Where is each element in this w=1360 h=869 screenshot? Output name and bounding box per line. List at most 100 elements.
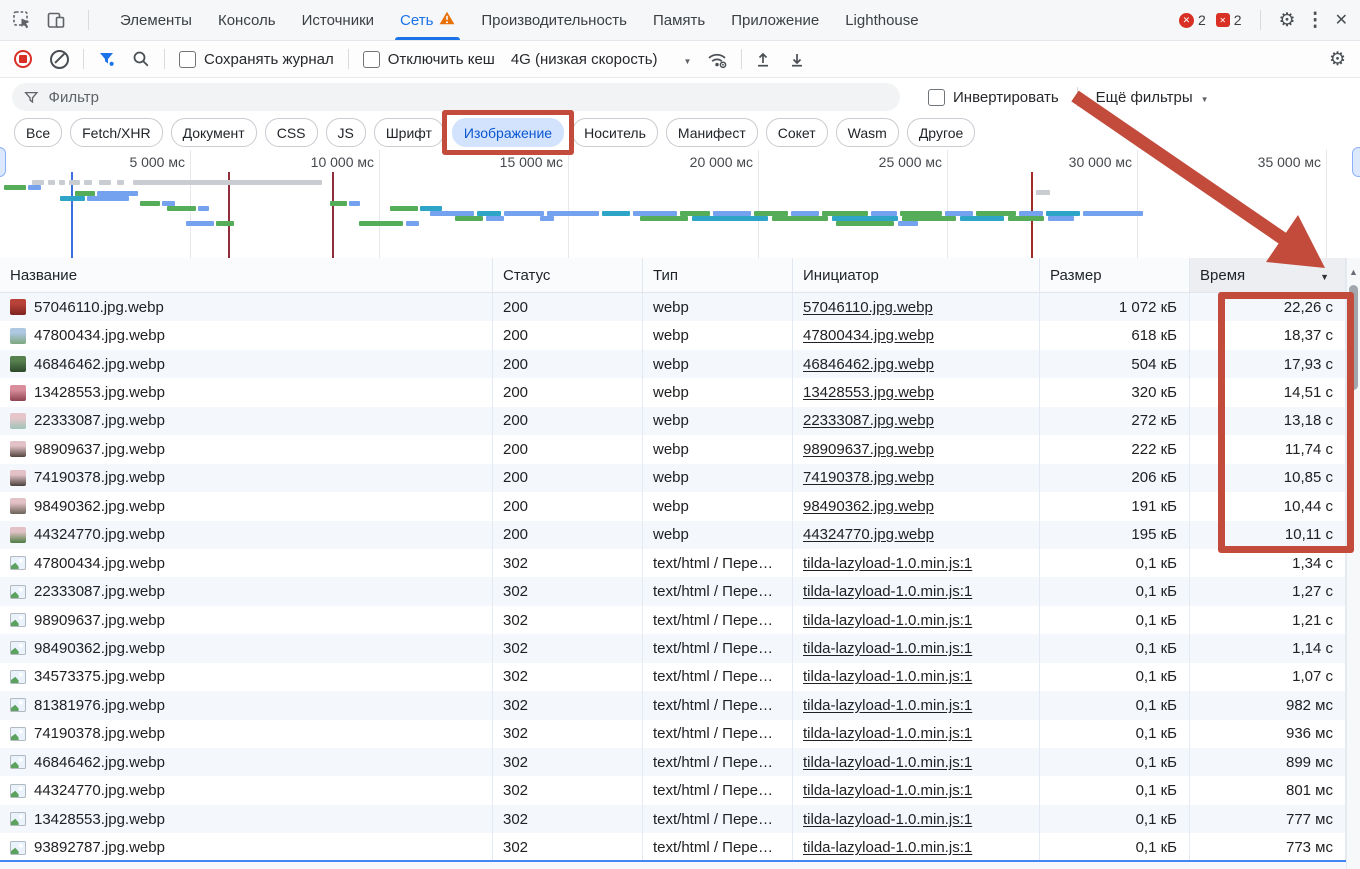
chip-document[interactable]: Документ xyxy=(171,118,257,147)
initiator-link[interactable]: tilda-lazyload-1.0.min.js:1 xyxy=(803,697,972,714)
invert-filter-checkbox[interactable] xyxy=(928,89,945,106)
initiator-link[interactable]: 74190378.jpg.webp xyxy=(803,469,934,486)
request-row[interactable]: 34573375.jpg.webp302text/html / Пере…til… xyxy=(0,663,1346,691)
image-thumbnail-icon xyxy=(10,498,26,514)
initiator-link[interactable]: tilda-lazyload-1.0.min.js:1 xyxy=(803,811,972,828)
scrollbar-thumb[interactable] xyxy=(1349,285,1358,390)
initiator-link[interactable]: 47800434.jpg.webp xyxy=(803,327,934,344)
initiator-link[interactable]: tilda-lazyload-1.0.min.js:1 xyxy=(803,668,972,685)
request-row[interactable]: 98490362.jpg.webp302text/html / Пере…til… xyxy=(0,634,1346,662)
waterfall-bar xyxy=(359,221,403,226)
request-row[interactable]: 22333087.jpg.webp200webp22333087.jpg.web… xyxy=(0,407,1346,435)
request-row[interactable]: 44324770.jpg.webp200webp44324770.jpg.web… xyxy=(0,521,1346,549)
filter-toggle-icon[interactable] xyxy=(98,50,116,68)
chip-image[interactable]: Изображение xyxy=(452,118,564,147)
column-header-size[interactable]: Размер xyxy=(1040,258,1190,292)
request-row[interactable]: 13428553.jpg.webp200webp13428553.jpg.web… xyxy=(0,378,1346,406)
chip-socket[interactable]: Сокет xyxy=(766,118,828,147)
column-header-type[interactable]: Тип xyxy=(643,258,793,292)
issues-badge[interactable]: 2 xyxy=(1216,12,1242,28)
status-cell: 200 xyxy=(493,521,643,549)
filter-input[interactable] xyxy=(47,88,888,107)
scrollbar-up-icon[interactable] xyxy=(1347,262,1360,280)
initiator-link[interactable]: 98490362.jpg.webp xyxy=(803,498,934,515)
request-row[interactable]: 47800434.jpg.webp302text/html / Пере…til… xyxy=(0,549,1346,577)
tab-application[interactable]: Приложение xyxy=(718,0,832,40)
record-network-log-icon[interactable] xyxy=(14,50,32,68)
close-devtools-icon[interactable] xyxy=(1335,10,1348,30)
preserve-log-checkbox[interactable] xyxy=(179,51,196,68)
chip-other[interactable]: Другое xyxy=(907,118,975,147)
request-row[interactable]: 44324770.jpg.webp302text/html / Пере…til… xyxy=(0,776,1346,804)
chip-all[interactable]: Все xyxy=(14,118,62,147)
errors-badge[interactable]: 2 xyxy=(1179,12,1206,28)
chip-manifest[interactable]: Манифест xyxy=(666,118,758,147)
throttling-select[interactable]: 4G (низкая скорость) xyxy=(511,51,692,68)
request-row[interactable]: 47800434.jpg.webp200webp47800434.jpg.web… xyxy=(0,321,1346,349)
column-header-name[interactable]: Название xyxy=(0,258,493,292)
timeline-gridline xyxy=(947,150,948,258)
chip-font[interactable]: Шрифт xyxy=(374,118,444,147)
initiator-link[interactable]: tilda-lazyload-1.0.min.js:1 xyxy=(803,612,972,629)
chip-css[interactable]: CSS xyxy=(265,118,318,147)
initiator-link[interactable]: tilda-lazyload-1.0.min.js:1 xyxy=(803,782,972,799)
import-har-icon[interactable] xyxy=(754,50,772,68)
request-row[interactable]: 46846462.jpg.webp200webp46846462.jpg.web… xyxy=(0,350,1346,378)
overview-right-handle[interactable] xyxy=(1352,147,1360,177)
tab-console[interactable]: Консоль xyxy=(205,0,289,40)
chip-media[interactable]: Носитель xyxy=(572,118,658,147)
tab-performance[interactable]: Производительность xyxy=(468,0,640,40)
network-conditions-icon[interactable] xyxy=(705,49,729,69)
initiator-link[interactable]: 46846462.jpg.webp xyxy=(803,356,934,373)
settings-icon[interactable] xyxy=(1279,9,1296,32)
tab-elements[interactable]: Элементы xyxy=(107,0,205,40)
initiator-link[interactable]: tilda-lazyload-1.0.min.js:1 xyxy=(803,640,972,657)
more-filters-button[interactable]: Ещё фильтры xyxy=(1096,89,1193,106)
request-row[interactable]: 98909637.jpg.webp200webp98909637.jpg.web… xyxy=(0,435,1346,463)
request-row[interactable]: 98490362.jpg.webp200webp98490362.jpg.web… xyxy=(0,492,1346,520)
request-row[interactable]: 46846462.jpg.webp302text/html / Пере…til… xyxy=(0,748,1346,776)
tab-label: Элементы xyxy=(120,12,192,29)
chip-wasm[interactable]: Wasm xyxy=(836,118,899,147)
network-settings-icon[interactable] xyxy=(1329,48,1346,71)
column-header-status[interactable]: Статус xyxy=(493,258,643,292)
initiator-link[interactable]: 13428553.jpg.webp xyxy=(803,384,934,401)
request-row[interactable]: 93892787.jpg.webp302text/html / Пере…til… xyxy=(0,833,1346,861)
disable-cache-checkbox[interactable] xyxy=(363,51,380,68)
tab-label: Сеть xyxy=(400,12,433,29)
request-row[interactable]: 22333087.jpg.webp302text/html / Пере…til… xyxy=(0,577,1346,605)
initiator-link[interactable]: tilda-lazyload-1.0.min.js:1 xyxy=(803,754,972,771)
chip-fetch-xhr[interactable]: Fetch/XHR xyxy=(70,118,162,147)
tab-network[interactable]: Сеть xyxy=(387,0,468,40)
inspect-element-icon[interactable] xyxy=(12,10,32,30)
overview-left-handle[interactable] xyxy=(0,147,6,177)
initiator-link[interactable]: 98909637.jpg.webp xyxy=(803,441,934,458)
tab-memory[interactable]: Память xyxy=(640,0,718,40)
initiator-link[interactable]: tilda-lazyload-1.0.min.js:1 xyxy=(803,555,972,572)
initiator-cell: tilda-lazyload-1.0.min.js:1 xyxy=(793,720,1040,748)
initiator-link[interactable]: 57046110.jpg.webp xyxy=(803,299,933,316)
initiator-link[interactable]: 44324770.jpg.webp xyxy=(803,526,934,543)
tab-sources[interactable]: Источники xyxy=(289,0,387,40)
search-icon[interactable] xyxy=(132,50,150,68)
request-row[interactable]: 57046110.jpg.webp200webp57046110.jpg.web… xyxy=(0,293,1346,321)
export-har-icon[interactable] xyxy=(788,50,806,68)
initiator-link[interactable]: 22333087.jpg.webp xyxy=(803,412,934,429)
initiator-link[interactable]: tilda-lazyload-1.0.min.js:1 xyxy=(803,725,972,742)
error-icon xyxy=(1179,13,1194,28)
tab-lighthouse[interactable]: Lighthouse xyxy=(832,0,931,40)
more-options-icon[interactable] xyxy=(1306,9,1325,32)
device-toolbar-icon[interactable] xyxy=(46,10,66,30)
request-row[interactable]: 81381976.jpg.webp302text/html / Пере…til… xyxy=(0,691,1346,719)
initiator-link[interactable]: tilda-lazyload-1.0.min.js:1 xyxy=(803,583,972,600)
request-row[interactable]: 98909637.jpg.webp302text/html / Пере…til… xyxy=(0,606,1346,634)
request-row[interactable]: 74190378.jpg.webp302text/html / Пере…til… xyxy=(0,720,1346,748)
request-row[interactable]: 13428553.jpg.webp302text/html / Пере…til… xyxy=(0,805,1346,833)
chip-js[interactable]: JS xyxy=(326,118,366,147)
initiator-link[interactable]: tilda-lazyload-1.0.min.js:1 xyxy=(803,839,972,856)
clear-network-log-icon[interactable] xyxy=(50,50,69,69)
request-row[interactable]: 74190378.jpg.webp200webp74190378.jpg.web… xyxy=(0,464,1346,492)
column-header-initiator[interactable]: Инициатор xyxy=(793,258,1040,292)
network-overview[interactable]: 5 000 мс10 000 мс15 000 мс20 000 мс25 00… xyxy=(0,150,1360,259)
column-header-time[interactable]: Время xyxy=(1190,258,1346,292)
